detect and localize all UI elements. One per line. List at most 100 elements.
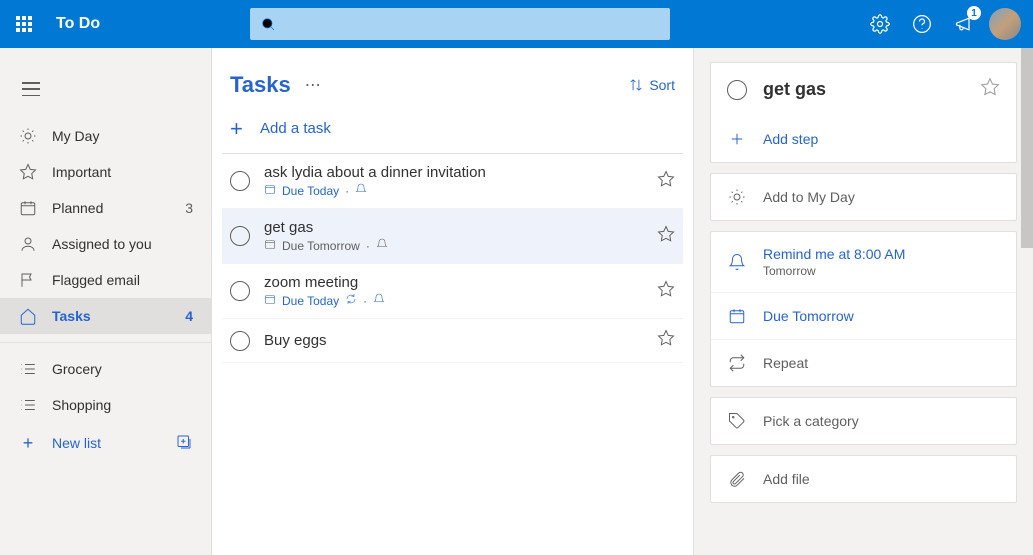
importance-toggle[interactable] [657, 329, 675, 352]
list-options-button[interactable]: ⋯ [305, 75, 323, 95]
task-title: get gas [264, 219, 657, 236]
sidebar-item-my-day[interactable]: My Day [0, 118, 211, 154]
paperclip-icon [727, 470, 747, 488]
add-task-placeholder: Add a task [260, 120, 331, 137]
tag-icon [727, 412, 747, 430]
new-group-button[interactable] [175, 433, 193, 454]
new-list-button[interactable]: + New list [0, 423, 211, 463]
calendar-icon [264, 238, 276, 253]
sidebar-list-shopping[interactable]: Shopping [0, 387, 211, 423]
sort-button[interactable]: Sort [629, 77, 675, 93]
category-button[interactable]: Pick a category [711, 398, 1016, 444]
sidebar-item-important[interactable]: Important [0, 154, 211, 190]
nav-label: Planned [52, 200, 103, 216]
avatar[interactable] [989, 8, 1021, 40]
list-title: Tasks [230, 72, 291, 98]
sidebar-item-assigned-to-you[interactable]: Assigned to you [0, 226, 211, 262]
star-icon [657, 280, 675, 298]
reminder-subtext: Tomorrow [763, 264, 905, 278]
add-file-button[interactable]: Add file [711, 456, 1016, 502]
bell-icon [727, 253, 747, 271]
flag-icon [18, 271, 38, 289]
importance-toggle[interactable] [657, 225, 675, 248]
complete-checkbox[interactable] [230, 226, 250, 246]
recur-icon [345, 293, 357, 308]
complete-checkbox[interactable] [230, 171, 250, 191]
star-icon [657, 329, 675, 347]
task-title: zoom meeting [264, 274, 657, 291]
search-icon [260, 16, 276, 32]
nav-label: Tasks [52, 308, 91, 324]
task-list-pane: Tasks ⋯ Sort + Add a task ask lydia abou… [212, 48, 693, 555]
add-to-my-day-label: Add to My Day [763, 189, 855, 205]
settings-button[interactable] [859, 0, 901, 48]
sidebar-divider [0, 342, 211, 343]
sort-label: Sort [649, 77, 675, 93]
due-date-button[interactable]: Due Tomorrow [711, 292, 1016, 339]
sidebar-toggle[interactable] [0, 78, 211, 118]
star-icon [657, 170, 675, 188]
detail-header: get gas [711, 63, 1016, 116]
add-task-input[interactable]: + Add a task [222, 104, 683, 154]
nav-label: My Day [52, 128, 99, 144]
task-title: ask lydia about a dinner invitation [264, 164, 657, 181]
task-row[interactable]: get gas Due Tomorrow · [222, 209, 683, 264]
star-icon [980, 77, 1000, 97]
scrollbar-thumb[interactable] [1021, 48, 1033, 248]
task-row[interactable]: ask lydia about a dinner invitation Due … [222, 154, 683, 209]
complete-checkbox[interactable] [230, 331, 250, 351]
nav-label: Shopping [52, 397, 111, 413]
help-icon [912, 14, 932, 34]
add-file-label: Add file [763, 471, 810, 487]
due-date-label: Due Tomorrow [763, 308, 854, 324]
help-button[interactable] [901, 0, 943, 48]
scrollbar[interactable] [1021, 48, 1033, 555]
home-icon [18, 307, 38, 325]
complete-checkbox[interactable] [727, 80, 747, 100]
detail-task-title[interactable]: get gas [763, 79, 980, 100]
meta-dot: · [345, 184, 349, 198]
repeat-button[interactable]: Repeat [711, 339, 1016, 386]
notifications-button[interactable]: 1 [943, 0, 985, 48]
person-icon [18, 235, 38, 253]
gear-icon [870, 14, 890, 34]
nav-count: 4 [185, 308, 193, 324]
meta-dot: · [363, 294, 367, 308]
reminder-label: Remind me at 8:00 AM [763, 246, 905, 262]
hamburger-icon [22, 82, 40, 96]
reminder-button[interactable]: Remind me at 8:00 AM Tomorrow [711, 232, 1016, 292]
add-to-my-day-button[interactable]: Add to My Day [711, 174, 1016, 220]
calendar-icon [18, 199, 38, 217]
waffle-icon [16, 16, 32, 32]
task-detail-pane: get gas Add step Add to My Day Remind me… [693, 48, 1033, 555]
nav-label: Assigned to you [52, 236, 152, 252]
sidebar-item-flagged-email[interactable]: Flagged email [0, 262, 211, 298]
category-label: Pick a category [763, 413, 859, 429]
nav-label: Important [52, 164, 111, 180]
sidebar-item-tasks[interactable]: Tasks 4 [0, 298, 211, 334]
complete-checkbox[interactable] [230, 281, 250, 301]
task-row[interactable]: Buy eggs [222, 319, 683, 363]
task-row[interactable]: zoom meeting Due Today · [222, 264, 683, 319]
sidebar-item-planned[interactable]: Planned 3 [0, 190, 211, 226]
importance-toggle[interactable] [657, 280, 675, 303]
importance-toggle[interactable] [980, 77, 1000, 102]
repeat-label: Repeat [763, 355, 808, 371]
task-meta: Due Today · [264, 183, 657, 198]
sun-icon [727, 188, 747, 206]
task-due: Due Today [282, 184, 339, 198]
app-header: To Do 1 [0, 0, 1033, 48]
add-step-button[interactable]: Add step [711, 116, 1016, 162]
search-input[interactable] [250, 8, 670, 40]
app-launcher[interactable] [0, 0, 48, 48]
nav-label: Grocery [52, 361, 102, 377]
task-due: Due Tomorrow [282, 239, 360, 253]
meta-dot: · [366, 239, 370, 253]
task-meta: Due Today · [264, 293, 657, 308]
bell-icon [373, 293, 385, 308]
importance-toggle[interactable] [657, 170, 675, 193]
list-icon [18, 396, 38, 414]
task-title: Buy eggs [264, 332, 657, 349]
sidebar: My Day Important Planned 3 Assigned to y… [0, 48, 212, 555]
sidebar-list-grocery[interactable]: Grocery [0, 351, 211, 387]
